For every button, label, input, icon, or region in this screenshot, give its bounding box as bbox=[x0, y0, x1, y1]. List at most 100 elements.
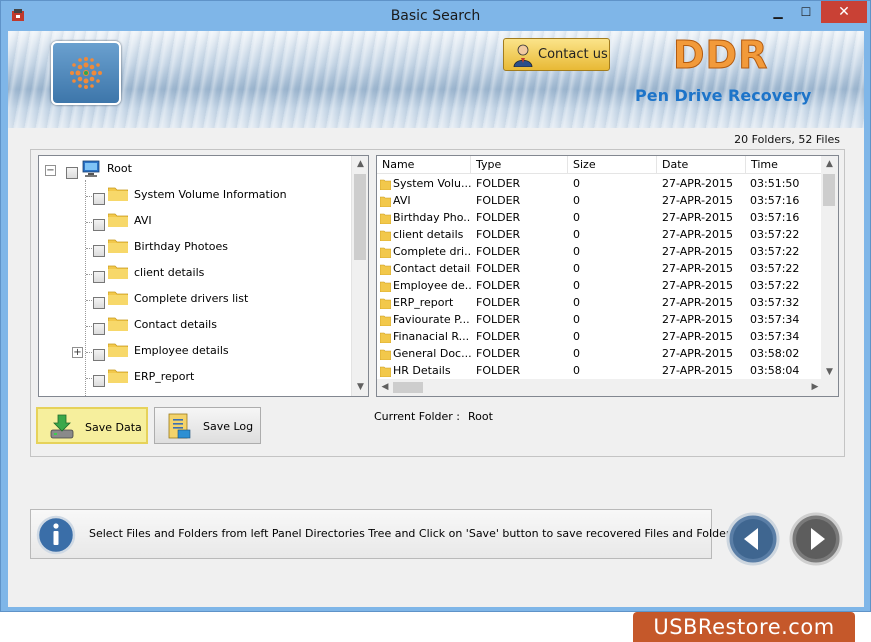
list-cell-date-text: 27-APR-2015 bbox=[662, 279, 734, 292]
list-cell-date: 27-APR-2015 bbox=[662, 362, 746, 379]
list-scroll-up-icon[interactable]: ▲ bbox=[821, 156, 838, 173]
list-cell-time: 03:51:50 bbox=[750, 175, 823, 192]
list-cell-type-text: FOLDER bbox=[476, 177, 521, 190]
list-cell-size-text: 0 bbox=[573, 211, 580, 224]
folder-icon bbox=[379, 314, 392, 327]
folder-icon bbox=[379, 331, 392, 344]
tree-item[interactable]: + Employee details bbox=[39, 339, 351, 365]
collapse-icon[interactable]: − bbox=[45, 165, 56, 176]
scroll-left-icon[interactable]: ◀ bbox=[377, 379, 393, 396]
list-cell-date-text: 27-APR-2015 bbox=[662, 330, 734, 343]
tree-checkbox[interactable] bbox=[93, 219, 105, 231]
minimize-button[interactable]: ▁ bbox=[767, 1, 789, 23]
tree-checkbox[interactable] bbox=[93, 297, 105, 309]
list-scroll-thumb[interactable] bbox=[823, 174, 835, 206]
list-row[interactable]: Contact details FOLDER 0 27-APR-2015 03:57:2… bbox=[377, 260, 823, 277]
column-header-name[interactable]: Name bbox=[377, 156, 471, 174]
list-cell-size-text: 0 bbox=[573, 262, 580, 275]
list-row[interactable]: Complete dri... FOLDER 0 27-APR-2015 03:57:2… bbox=[377, 243, 823, 260]
contact-us-button[interactable]: Contact us bbox=[503, 38, 610, 71]
tree-checkbox[interactable] bbox=[93, 271, 105, 283]
tree-item[interactable]: Complete drivers list bbox=[39, 287, 351, 313]
list-cell-type: FOLDER bbox=[476, 260, 568, 277]
main-panel: − Root System Volume Information AVI Birthda… bbox=[30, 149, 845, 457]
list-cell-name-text: Complete dri... bbox=[393, 245, 471, 258]
directory-tree[interactable]: − Root System Volume Information AVI Birthda… bbox=[38, 155, 369, 397]
tree-item[interactable]: Contact details bbox=[39, 313, 351, 339]
list-cell-type-text: FOLDER bbox=[476, 296, 521, 309]
list-row[interactable]: Faviourate P... FOLDER 0 27-APR-2015 03:57:3… bbox=[377, 311, 823, 328]
list-cell-time: 03:58:02 bbox=[750, 345, 823, 362]
list-row[interactable]: HR Details FOLDER 0 27-APR-2015 03:58:04 bbox=[377, 362, 823, 379]
tree-item-label: Birthday Photoes bbox=[134, 240, 229, 253]
horizontal-scroll-thumb[interactable] bbox=[393, 382, 423, 393]
close-button[interactable]: ✕ bbox=[821, 1, 867, 23]
current-folder-value: Root bbox=[468, 410, 493, 423]
list-row[interactable]: Birthday Pho... FOLDER 0 27-APR-2015 03:57:1… bbox=[377, 209, 823, 226]
list-cell-name-text: Faviourate P... bbox=[393, 313, 470, 326]
tree-item[interactable]: client details bbox=[39, 261, 351, 287]
list-row[interactable]: Finanacial R... FOLDER 0 27-APR-2015 03:57:3… bbox=[377, 328, 823, 345]
tree-item[interactable]: AVI bbox=[39, 209, 351, 235]
tree-item[interactable]: System Volume Information bbox=[39, 183, 351, 209]
list-cell-name: General Doc... bbox=[377, 345, 471, 362]
list-cell-time-text: 03:57:34 bbox=[750, 313, 800, 326]
folder-file-count: 20 Folders, 52 Files bbox=[734, 133, 840, 146]
list-cell-type-text: FOLDER bbox=[476, 279, 521, 292]
tree-checkbox[interactable] bbox=[93, 245, 105, 257]
tree-item[interactable]: Birthday Photoes bbox=[39, 235, 351, 261]
list-cell-date-text: 27-APR-2015 bbox=[662, 313, 734, 326]
list-cell-time: 03:57:22 bbox=[750, 260, 823, 277]
list-row[interactable]: Employee de... FOLDER 0 27-APR-2015 03:57:22 bbox=[377, 277, 823, 294]
save-data-button[interactable]: Save Data bbox=[36, 407, 148, 444]
folder-icon bbox=[107, 186, 129, 202]
tree-item-label: Contact details bbox=[134, 318, 217, 331]
list-row[interactable]: System Volu... FOLDER 0 27-APR-2015 03:51:50 bbox=[377, 175, 823, 192]
column-header-size[interactable]: Size bbox=[568, 156, 657, 174]
list-cell-date-text: 27-APR-2015 bbox=[662, 245, 734, 258]
folder-icon bbox=[107, 342, 129, 358]
tree-checkbox[interactable] bbox=[93, 193, 105, 205]
scroll-up-arrow-icon[interactable]: ▲ bbox=[352, 156, 368, 173]
list-cell-date: 27-APR-2015 bbox=[662, 277, 746, 294]
column-header-time[interactable]: Time bbox=[746, 156, 823, 174]
tree-scrollbar[interactable]: ▲ ▼ bbox=[351, 156, 368, 396]
list-row[interactable]: AVI FOLDER 0 27-APR-2015 03:57:16 bbox=[377, 192, 823, 209]
list-cell-type: FOLDER bbox=[476, 243, 568, 260]
save-log-button[interactable]: Save Log bbox=[154, 407, 261, 444]
list-cell-date-text: 27-APR-2015 bbox=[662, 347, 734, 360]
list-horizontal-scrollbar[interactable]: ◀ ▶ bbox=[377, 379, 823, 396]
tree-root[interactable]: − Root bbox=[39, 157, 351, 183]
list-row[interactable]: client details FOLDER 0 27-APR-2015 03:57:22 bbox=[377, 226, 823, 243]
maximize-button[interactable]: ☐ bbox=[794, 1, 818, 23]
list-cell-name-text: General Doc... bbox=[393, 347, 471, 360]
list-scrollbar[interactable]: ▲ ▼ bbox=[821, 156, 838, 381]
list-row[interactable]: ERP_report FOLDER 0 27-APR-2015 03:57:32 bbox=[377, 294, 823, 311]
tree-checkbox[interactable] bbox=[93, 349, 105, 361]
folder-icon bbox=[107, 212, 129, 228]
list-row[interactable]: General Doc... FOLDER 0 27-APR-2015 03:58:02 bbox=[377, 345, 823, 362]
tree-checkbox[interactable] bbox=[93, 375, 105, 387]
list-cell-name: Birthday Pho... bbox=[377, 209, 471, 226]
folder-icon bbox=[379, 212, 392, 225]
expand-icon[interactable]: + bbox=[72, 347, 83, 358]
tree-checkbox[interactable] bbox=[93, 323, 105, 335]
file-list[interactable]: Name Type Size Date Time System Volu... F… bbox=[376, 155, 839, 397]
tree-scroll-thumb[interactable] bbox=[354, 174, 366, 260]
list-cell-size: 0 bbox=[573, 175, 657, 192]
back-button[interactable] bbox=[726, 512, 780, 566]
next-button[interactable] bbox=[789, 512, 843, 566]
tree-checkbox[interactable] bbox=[66, 167, 78, 179]
folder-icon bbox=[107, 316, 129, 332]
tree-item[interactable]: ERP_report bbox=[39, 365, 351, 391]
list-cell-name-text: ERP_report bbox=[393, 296, 454, 309]
list-cell-name: Finanacial R... bbox=[377, 328, 471, 345]
list-cell-type-text: FOLDER bbox=[476, 211, 521, 224]
list-cell-date: 27-APR-2015 bbox=[662, 243, 746, 260]
scroll-down-arrow-icon[interactable]: ▼ bbox=[352, 379, 368, 396]
list-cell-time: 03:57:16 bbox=[750, 209, 823, 226]
list-cell-size-text: 0 bbox=[573, 245, 580, 258]
list-cell-name-text: Contact details bbox=[393, 262, 471, 275]
column-header-date[interactable]: Date bbox=[657, 156, 746, 174]
column-header-type[interactable]: Type bbox=[471, 156, 568, 174]
